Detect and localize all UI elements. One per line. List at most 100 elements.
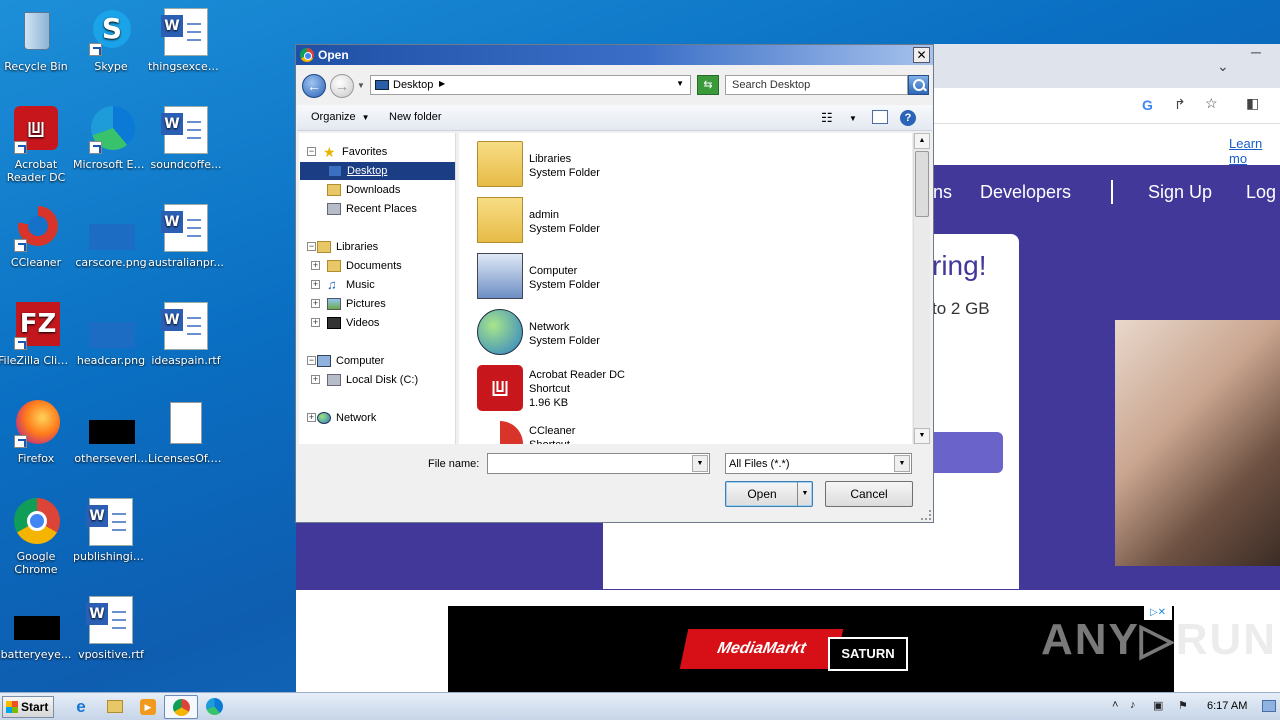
open-file-dialog: Open ✕ ← → ▼ Desktop ▶ ▼ ⇆ Search Deskto… — [295, 44, 934, 523]
collapse-icon[interactable]: − — [307, 356, 316, 365]
expand-icon[interactable]: + — [311, 261, 320, 270]
network-tray-icon[interactable]: ▣ — [1153, 699, 1163, 712]
address-dropdown-icon[interactable]: ▼ — [676, 79, 684, 88]
scroll-up-icon[interactable]: ▲ — [914, 133, 930, 149]
acrobat-icon: ⩏ — [477, 365, 523, 411]
nav-item-partial[interactable]: ns — [933, 182, 952, 203]
start-button[interactable]: Start — [2, 696, 54, 718]
refresh-button[interactable]: ⇆ — [697, 75, 719, 95]
desktop-icon-batteryeye[interactable]: batteryeye... — [0, 596, 74, 661]
file-item-libraries[interactable]: Libraries System Folder — [477, 141, 777, 195]
hero-cta-button[interactable] — [932, 432, 1003, 473]
internet-explorer-icon[interactable]: e — [70, 697, 92, 717]
taskbar-chrome-button[interactable] — [164, 695, 198, 719]
preview-pane-icon[interactable] — [872, 110, 888, 124]
file-explorer-icon[interactable] — [104, 697, 126, 717]
close-icon[interactable]: ✕ — [913, 47, 930, 63]
file-item-computer[interactable]: Computer System Folder — [477, 253, 777, 307]
file-item-ccleaner[interactable]: CCleaner Shortcut — [477, 421, 777, 444]
word-doc-icon — [161, 8, 210, 56]
bookmark-star-icon[interactable]: ☆ — [1205, 95, 1218, 112]
back-button[interactable]: ← — [302, 74, 326, 98]
desktop-icon-carscore[interactable]: carscore.png — [73, 204, 149, 269]
scroll-down-icon[interactable]: ▼ — [914, 428, 930, 444]
black-thumbnail-icon — [87, 400, 135, 448]
desktop-icon-ccleaner[interactable]: CCleaner — [0, 204, 74, 269]
desktop-icon-australianpr[interactable]: australianpr... — [148, 204, 224, 269]
taskbar-clock[interactable]: 6:17 AM — [1207, 700, 1247, 712]
volume-icon[interactable]: ♪ — [1130, 699, 1136, 711]
view-options-icon[interactable]: ☷ — [821, 110, 833, 126]
resize-grip-icon[interactable] — [921, 510, 931, 520]
open-button[interactable]: Open ▼ — [725, 481, 813, 507]
file-item-network[interactable]: Network System Folder — [477, 309, 777, 363]
help-icon[interactable]: ? — [900, 110, 916, 126]
show-desktop-icon[interactable] — [1262, 700, 1276, 712]
nav-developers[interactable]: Developers — [980, 182, 1071, 203]
search-input[interactable]: Search Desktop — [725, 75, 908, 95]
skype-icon: S — [87, 8, 135, 56]
desktop-icon-edge[interactable]: Microsoft Edge — [73, 106, 149, 171]
nav-login[interactable]: Log — [1246, 182, 1276, 203]
libraries-folder-icon — [477, 141, 523, 187]
desktop-icon-ideaspain[interactable]: ideaspain.rtf — [148, 302, 224, 367]
desktop-icon-firefox[interactable]: Firefox — [0, 400, 74, 465]
expand-icon[interactable]: + — [311, 299, 320, 308]
side-panel-icon[interactable]: ◧ — [1246, 95, 1259, 112]
scrollbar-thumb[interactable] — [915, 151, 929, 217]
user-folder-icon — [477, 197, 523, 243]
search-icon[interactable] — [908, 75, 929, 95]
minimize-icon[interactable]: ─ — [1251, 44, 1261, 60]
desktop-icon-otherseverl[interactable]: otherseverl... — [73, 400, 149, 465]
image-icon — [87, 302, 135, 350]
black-thumbnail-icon — [12, 596, 60, 644]
collapse-icon[interactable]: − — [307, 147, 316, 156]
file-item-admin[interactable]: admin System Folder — [477, 197, 777, 251]
desktop-icon-filezilla[interactable]: FZ FileZilla Client — [0, 302, 74, 367]
history-dropdown-icon[interactable]: ▼ — [357, 81, 365, 90]
expand-icon[interactable]: + — [311, 318, 320, 327]
expand-icon[interactable]: + — [311, 375, 320, 384]
file-item-acrobat[interactable]: ⩏ Acrobat Reader DC Shortcut 1.96 KB — [477, 365, 777, 419]
desktop-icon-publishingin[interactable]: publishingin... — [73, 498, 149, 563]
desktop-icon-chrome[interactable]: Google Chrome — [0, 498, 74, 576]
organize-button[interactable]: Organize ▼ — [311, 111, 370, 123]
file-name-dropdown-icon[interactable]: ▼ — [692, 455, 708, 472]
share-icon[interactable]: ↱ — [1174, 96, 1186, 113]
file-type-select[interactable]: All Files (*.*) ▼ — [725, 453, 912, 474]
breadcrumb-arrow-icon[interactable]: ▶ — [439, 79, 445, 88]
action-center-flag-icon[interactable]: ⚑ — [1178, 699, 1188, 712]
google-icon[interactable]: G — [1142, 97, 1153, 113]
desktop-icon-headcar[interactable]: headcar.png — [73, 302, 149, 367]
desktop-icon-skype[interactable]: S Skype — [73, 8, 149, 73]
file-name-input[interactable]: ▼ — [487, 453, 710, 474]
desktop-icon-vpositive[interactable]: vpositive.rtf — [73, 596, 149, 661]
desktop-icon-recycle-bin[interactable]: Recycle Bin — [0, 8, 74, 73]
desktop-icon-acrobat[interactable]: ⩏ Acrobat Reader DC — [0, 106, 74, 184]
tab-list-chevron-icon[interactable]: ⌄ — [1217, 58, 1229, 75]
desktop-icon-licensesof[interactable]: LicensesOf.txt — [148, 400, 224, 465]
taskbar: Start e ▶ ˄ ♪ ▣ ⚑ 6:17 AM — [0, 692, 1280, 720]
cancel-button[interactable]: Cancel — [825, 481, 913, 507]
collapse-icon[interactable]: − — [307, 242, 316, 251]
open-split-dropdown-icon[interactable]: ▼ — [797, 482, 812, 506]
desktop-icon-thingsexcep[interactable]: thingsexcep... — [148, 8, 224, 73]
file-list-scrollbar[interactable]: ▲ ▼ — [913, 133, 930, 444]
new-folder-button[interactable]: New folder — [389, 111, 442, 123]
forward-button[interactable]: → — [330, 74, 354, 98]
edge-icon[interactable] — [204, 697, 226, 717]
desktop-icon-soundcoffe[interactable]: soundcoffe... — [148, 106, 224, 171]
file-name-label: File name: — [428, 458, 480, 470]
address-bar[interactable]: Desktop ▶ ▼ — [370, 75, 691, 95]
nav-sign-up[interactable]: Sign Up — [1148, 182, 1212, 203]
dialog-title-bar[interactable]: Open ✕ — [296, 45, 933, 65]
filezilla-icon: FZ — [12, 302, 60, 350]
learn-more-link[interactable]: Learn mo — [1229, 136, 1280, 166]
show-hidden-icons-icon[interactable]: ˄ — [1112, 699, 1118, 711]
view-dropdown-icon[interactable]: ▼ — [849, 114, 857, 123]
expand-icon[interactable]: + — [311, 280, 320, 289]
media-player-icon[interactable]: ▶ — [137, 697, 159, 717]
tree-desktop[interactable]: Desktop — [300, 162, 455, 180]
file-type-dropdown-icon[interactable]: ▼ — [894, 455, 910, 472]
expand-icon[interactable]: + — [307, 413, 316, 422]
